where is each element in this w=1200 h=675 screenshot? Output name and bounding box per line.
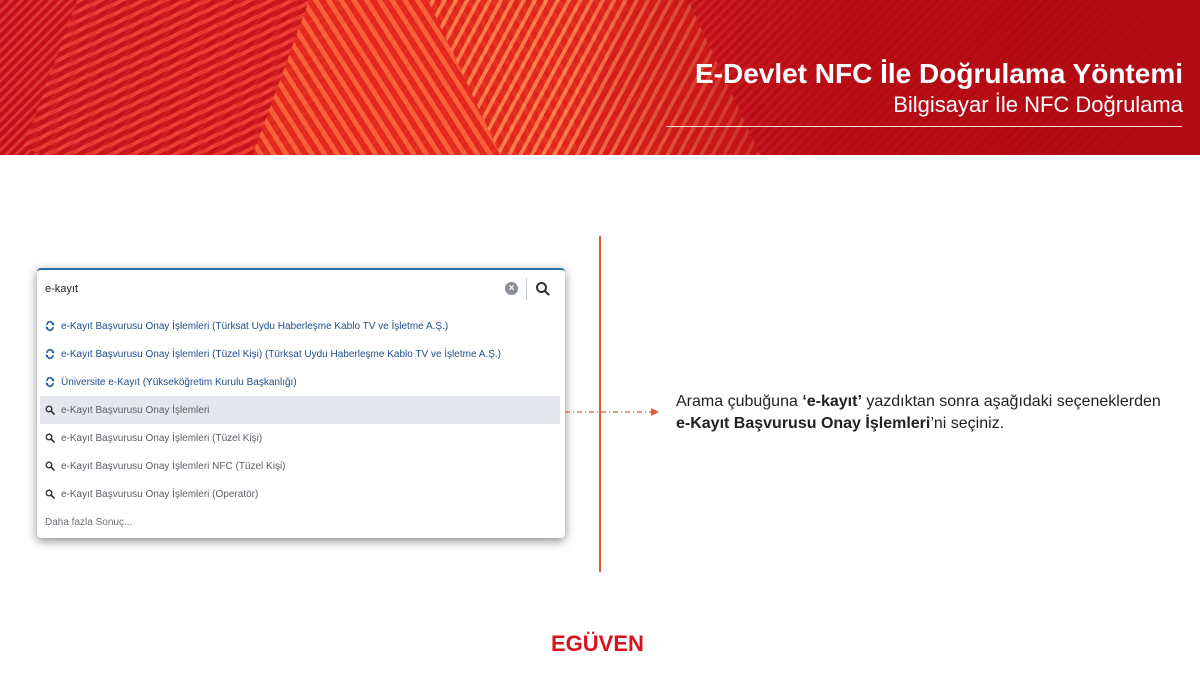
instruction-text: Arama çubuğuna ‘e-kayıt’ yazdıktan sonra… — [676, 391, 1176, 435]
result-label: e-Kayıt Başvurusu Onay İşlemleri (Türksa… — [61, 320, 449, 332]
search-button[interactable] — [533, 279, 553, 299]
instruction-keyword: ‘e-kayıt’ — [802, 393, 862, 410]
header-banner: E-Devlet NFC İle Doğrulama Yöntemi Bilgi… — [0, 0, 1200, 155]
eguven-logo: EGÜVEN — [551, 631, 644, 656]
result-label: e-Kayıt Başvurusu Onay İşlemleri NFC (Tü… — [61, 460, 286, 472]
service-icon — [45, 377, 55, 387]
title-divider — [666, 126, 1182, 127]
instruction-part: Arama çubuğuna — [676, 393, 803, 410]
result-label: e-Kayıt Başvurusu Onay İşlemleri (Operat… — [61, 488, 259, 500]
search-panel: × e-Kayıt Başvurusu Onay İşlemleri (Türk… — [37, 268, 565, 538]
result-suggestion[interactable]: e-Kayıt Başvurusu Onay İşlemleri NFC (Tü… — [37, 452, 565, 480]
result-suggestion[interactable]: e-Kayıt Başvurusu Onay İşlemleri (Tüzel … — [37, 424, 565, 452]
service-icon — [45, 349, 55, 359]
search-icon — [45, 489, 55, 499]
search-results: e-Kayıt Başvurusu Onay İşlemleri (Türksa… — [37, 312, 565, 536]
search-bar: × — [37, 270, 565, 308]
clear-icon[interactable]: × — [505, 282, 518, 295]
pointer-arrow — [565, 408, 659, 416]
result-label: e-Kayıt Başvurusu Onay İşlemleri (Tüzel … — [61, 432, 263, 444]
search-input[interactable] — [45, 279, 485, 299]
search-icon — [45, 433, 55, 443]
page-title: E-Devlet NFC İle Doğrulama Yöntemi — [694, 58, 1183, 89]
result-service-turksat-tuzel[interactable]: e-Kayıt Başvurusu Onay İşlemleri (Tüzel … — [37, 340, 565, 368]
more-results-link[interactable]: Daha fazla Sonuç... — [37, 508, 565, 536]
search-icon — [536, 282, 550, 296]
service-icon — [45, 321, 55, 331]
result-label: Üniversite e-Kayıt (Yükseköğretim Kurulu… — [61, 376, 297, 388]
instruction-part: ’ni seçiniz. — [930, 415, 1005, 432]
page-subtitle: Bilgisayar İle NFC Doğrulama — [893, 92, 1183, 117]
result-suggestion-selected[interactable]: e-Kayıt Başvurusu Onay İşlemleri — [40, 396, 560, 424]
search-icon — [45, 461, 55, 471]
result-label: e-Kayıt Başvurusu Onay İşlemleri (Tüzel … — [61, 348, 501, 360]
result-service-universite[interactable]: Üniversite e-Kayıt (Yükseköğretim Kurulu… — [37, 368, 565, 396]
instruction-part: yazdıktan sonra aşağıdaki seçeneklerden — [861, 393, 1161, 410]
search-separator — [526, 278, 527, 300]
result-service-turksat[interactable]: e-Kayıt Başvurusu Onay İşlemleri (Türksa… — [37, 312, 565, 340]
section-divider — [599, 236, 601, 572]
instruction-option: e-Kayıt Başvurusu Onay İşlemleri — [676, 415, 931, 432]
result-label: e-Kayıt Başvurusu Onay İşlemleri — [61, 404, 210, 416]
result-suggestion[interactable]: e-Kayıt Başvurusu Onay İşlemleri (Operat… — [37, 480, 565, 508]
search-icon — [45, 405, 55, 415]
